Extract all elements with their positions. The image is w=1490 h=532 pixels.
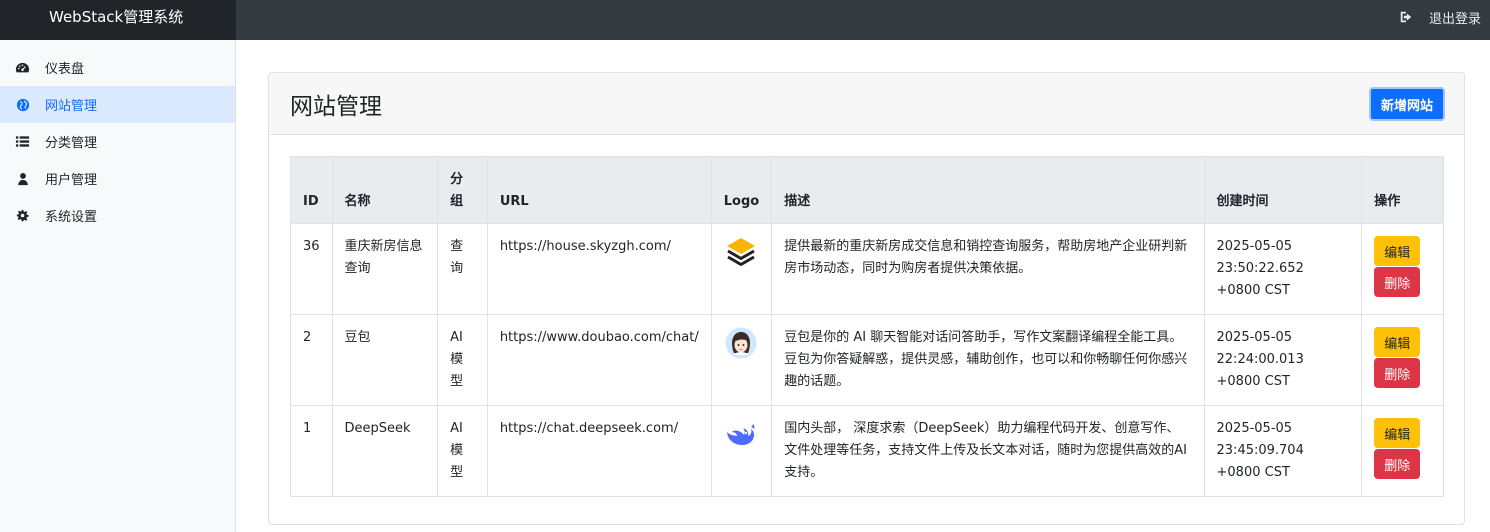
- sidebar-item-label: 用户管理: [45, 173, 98, 188]
- gear-icon: [15, 208, 30, 223]
- edit-button[interactable]: 编辑: [1374, 327, 1421, 357]
- cell-actions: 编辑 删除: [1361, 223, 1444, 315]
- cell-actions: 编辑 删除: [1361, 405, 1444, 497]
- cell-url: https://chat.deepseek.com/: [486, 405, 712, 497]
- cell-name: 重庆新房信息查询: [331, 223, 439, 315]
- websites-card: 网站管理 新增网站 ID 名称 分组 URL Logo 描述 创建时间 操作 3…: [268, 72, 1465, 525]
- sidebar-item-settings[interactable]: 系统设置: [0, 197, 235, 234]
- edit-button[interactable]: 编辑: [1374, 418, 1421, 448]
- column-header-url: URL: [486, 156, 712, 224]
- cell-url: https://www.doubao.com/chat/: [486, 314, 712, 406]
- cell-logo: [710, 405, 773, 497]
- sidebar-item-label: 仪表盘: [45, 62, 85, 77]
- cell-id: 36: [290, 223, 333, 315]
- cell-name: DeepSeek: [331, 405, 439, 497]
- cell-description: 提供最新的重庆新房成交信息和销控查询服务，帮助房地产企业研判新房市场动态，同时为…: [771, 223, 1205, 315]
- cell-logo: [710, 223, 773, 315]
- cell-group: 查询: [437, 223, 488, 315]
- cell-name: 豆包: [331, 314, 439, 406]
- cell-id: 1: [290, 405, 333, 497]
- sign-out-icon: [1399, 10, 1413, 24]
- table-row: 1 DeepSeek AI模型 https://chat.deepseek.co…: [290, 405, 1444, 497]
- app-title[interactable]: WebStack管理系统: [0, 0, 236, 40]
- sidebar-item-label: 分类管理: [45, 136, 98, 151]
- table-row: 36 重庆新房信息查询 查询 https://house.skyzgh.com/…: [290, 223, 1444, 315]
- column-header-description: 描述: [771, 156, 1205, 224]
- sidebar-item-users[interactable]: 用户管理: [0, 160, 235, 197]
- logout-label: 退出登录: [1428, 11, 1481, 27]
- add-website-button[interactable]: 新增网站: [1369, 87, 1445, 121]
- globe-icon: [15, 97, 30, 112]
- cell-description: 豆包是你的 AI 聊天智能对话问答助手，写作文案翻译编程全能工具。豆包为你答疑解…: [771, 314, 1205, 406]
- sidebar-item-label: 网站管理: [45, 99, 98, 114]
- user-icon: [15, 171, 30, 186]
- cell-actions: 编辑 删除: [1361, 314, 1444, 406]
- sidebar: 仪表盘 网站管理 分类管理 用户管理 系统设置: [0, 40, 236, 532]
- sidebar-item-categories[interactable]: 分类管理: [0, 123, 235, 160]
- column-header-group: 分组: [437, 156, 488, 224]
- sidebar-item-websites[interactable]: 网站管理: [0, 86, 235, 123]
- delete-button[interactable]: 删除: [1374, 358, 1421, 388]
- delete-button[interactable]: 删除: [1374, 449, 1421, 479]
- list-icon: [15, 134, 30, 149]
- column-header-actions: 操作: [1361, 156, 1444, 224]
- sidebar-item-label: 系统设置: [45, 210, 98, 225]
- page-title: 网站管理: [290, 94, 382, 120]
- top-navbar: WebStack管理系统 退出登录: [0, 0, 1490, 40]
- column-header-name: 名称: [331, 156, 439, 224]
- cell-description: 国内头部， 深度求索（DeepSeek）助力编程代码开发、创意写作、文件处理等任…: [771, 405, 1205, 497]
- cell-url: https://house.skyzgh.com/: [486, 223, 712, 315]
- sidebar-item-dashboard[interactable]: 仪表盘: [0, 49, 235, 86]
- column-header-id: ID: [290, 156, 333, 224]
- cell-group: AI模型: [437, 314, 488, 406]
- cell-created: 2025-05-05 22:24:00.013 +0800 CST: [1203, 314, 1363, 406]
- table-header-row: ID 名称 分组 URL Logo 描述 创建时间 操作: [290, 156, 1444, 224]
- card-header: 网站管理 新增网站: [269, 73, 1464, 135]
- cell-group: AI模型: [437, 405, 488, 497]
- cell-id: 2: [290, 314, 333, 406]
- dashboard-icon: [15, 60, 30, 75]
- doubao-avatar-logo: [725, 327, 757, 359]
- cell-created: 2025-05-05 23:50:22.652 +0800 CST: [1203, 223, 1363, 315]
- table-row: 2 豆包 AI模型 https://www.doubao.com/chat/ 豆…: [290, 314, 1444, 406]
- layers-logo: [726, 238, 755, 266]
- delete-button[interactable]: 删除: [1374, 267, 1421, 297]
- cell-created: 2025-05-05 23:45:09.704 +0800 CST: [1203, 405, 1363, 497]
- logout-link[interactable]: 退出登录: [1399, 0, 1481, 34]
- edit-button[interactable]: 编辑: [1374, 236, 1421, 266]
- column-header-logo: Logo: [710, 156, 773, 224]
- cell-logo: [710, 314, 773, 406]
- column-header-created: 创建时间: [1203, 156, 1363, 224]
- deepseek-whale-logo: [726, 424, 755, 445]
- websites-table: ID 名称 分组 URL Logo 描述 创建时间 操作 36 重庆新房信息查询…: [290, 156, 1444, 497]
